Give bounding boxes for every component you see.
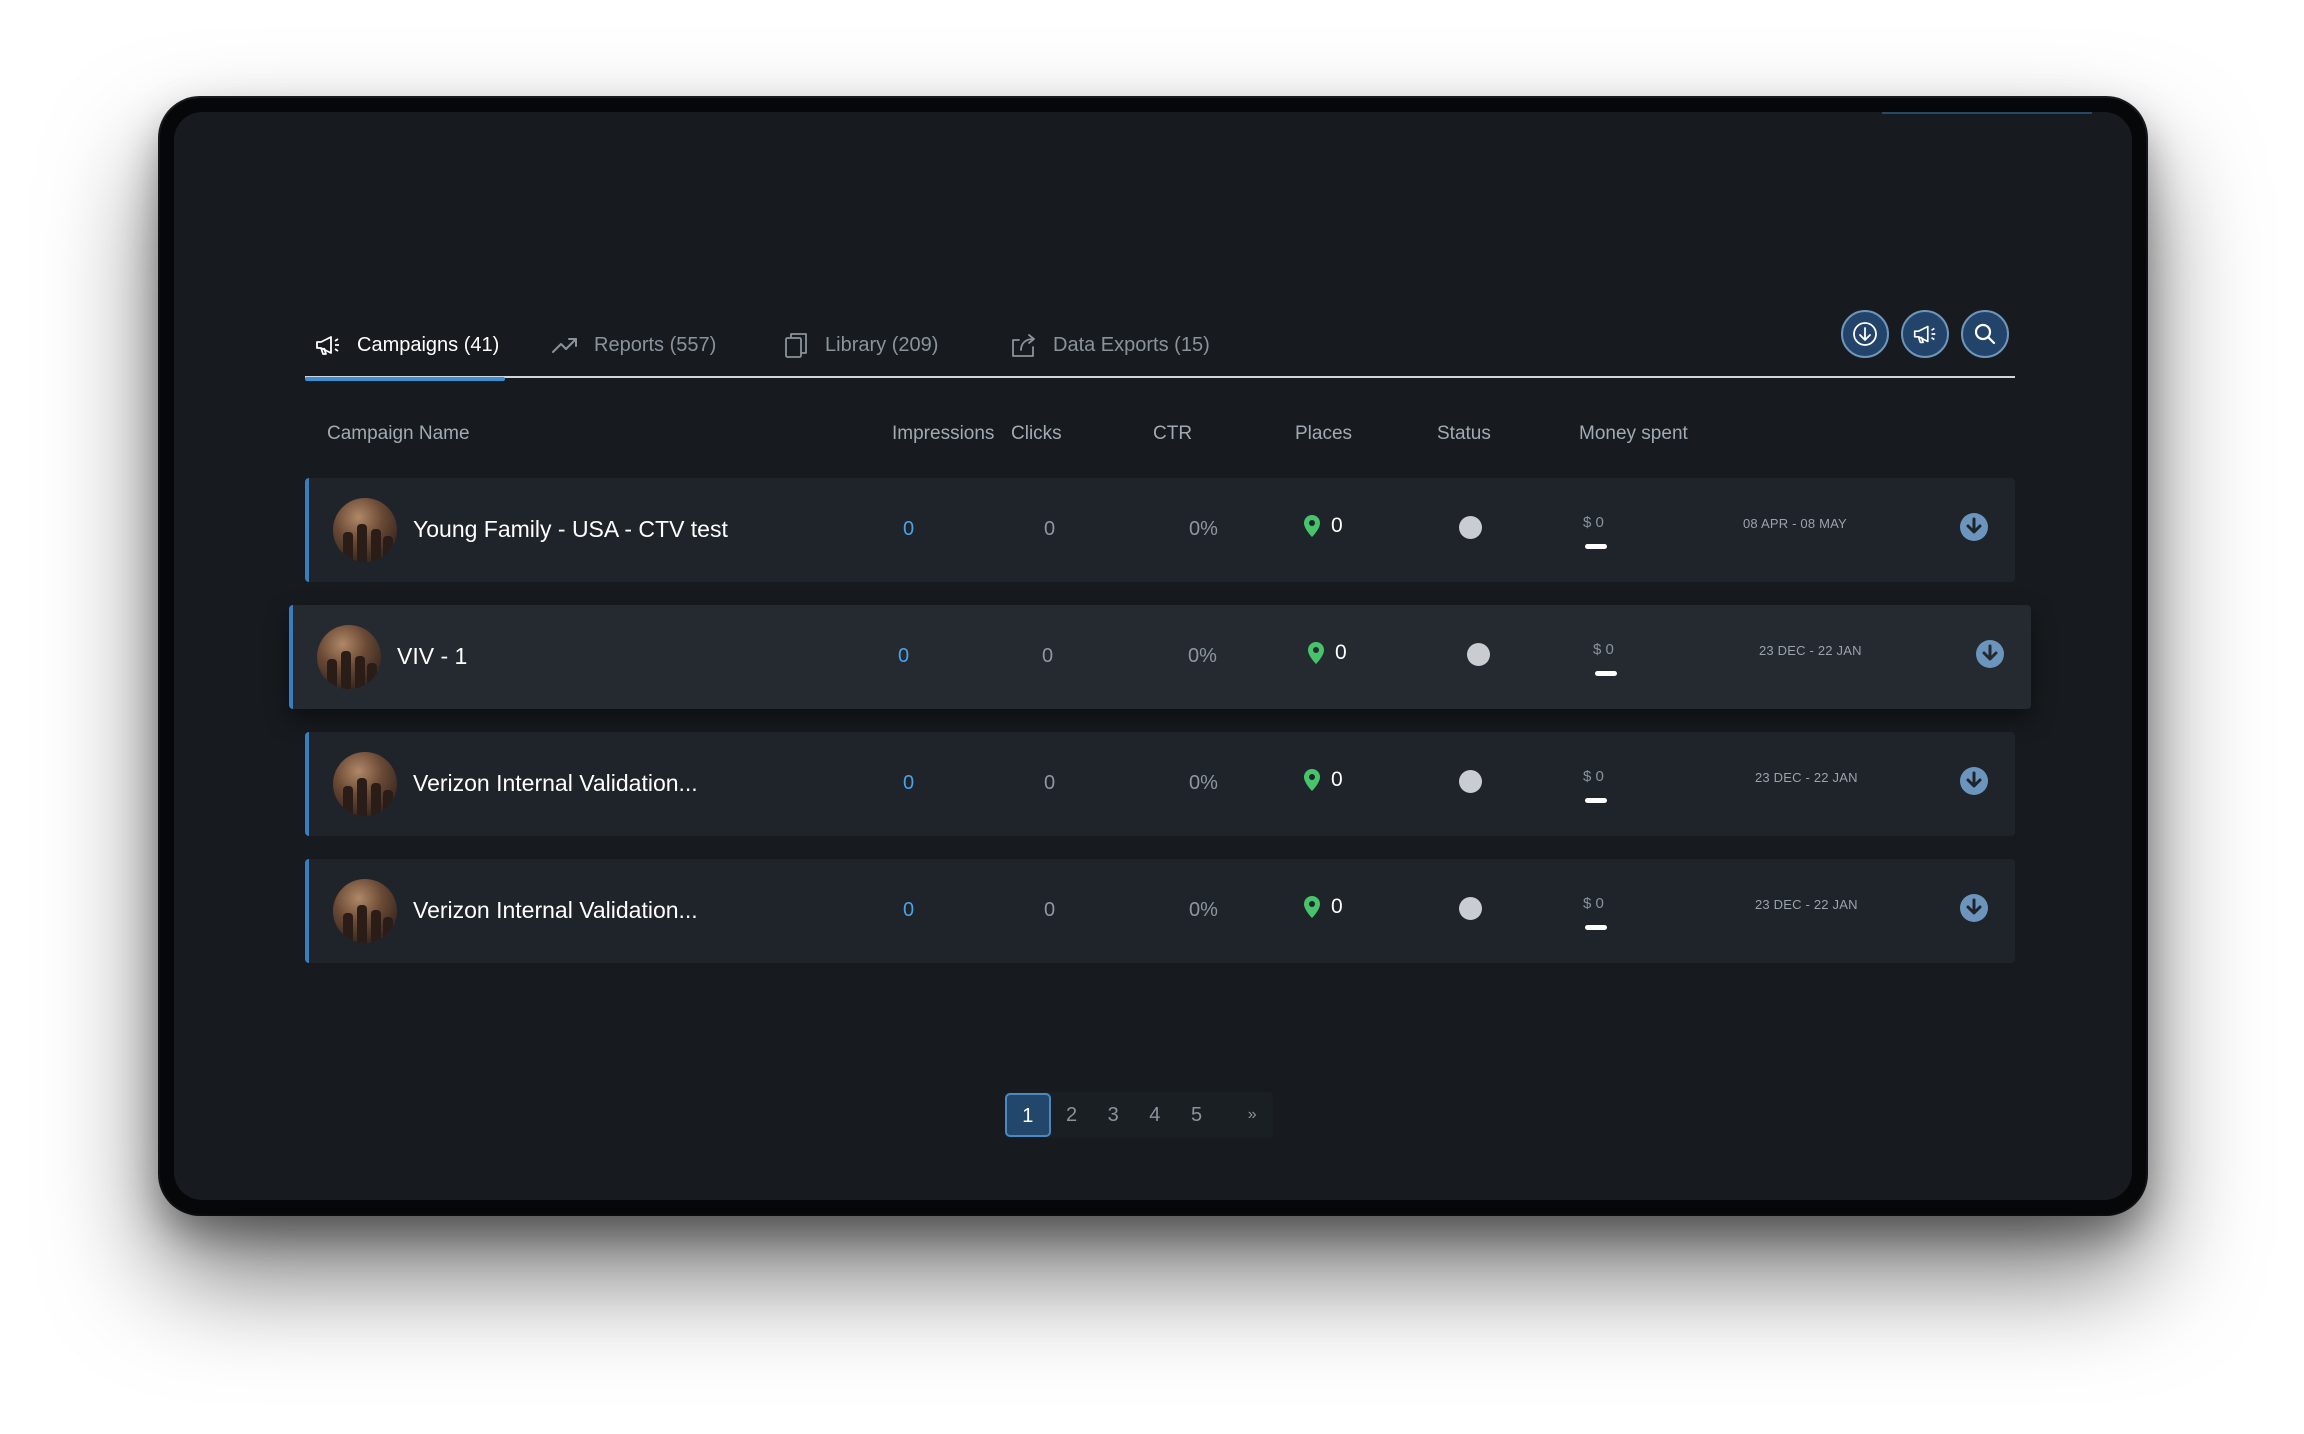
search-icon — [1974, 323, 1996, 345]
tab-label: Library (209) — [825, 333, 939, 356]
download-icon[interactable] — [1959, 512, 1989, 542]
location-pin-icon — [1304, 769, 1320, 791]
status-indicator — [1467, 643, 1490, 666]
campaigns-panel: Campaigns (41) Reports (557) Library (20… — [289, 310, 2031, 1138]
table-row[interactable]: VIV - 1 0 0 0% 0 $ 0 23 DEC - 22 JAN — [289, 605, 2031, 709]
table-row[interactable]: Young Family - USA - CTV test 0 0 0% 0 $… — [305, 478, 2015, 582]
location-pin-icon — [1304, 515, 1320, 537]
ctr-value: 0% — [1189, 518, 1218, 540]
megaphone-icon — [316, 336, 339, 355]
page-3-button[interactable]: 3 — [1092, 1104, 1134, 1127]
page-2-button[interactable]: 2 — [1051, 1104, 1093, 1127]
date-range: 08 APR - 08 MAY — [1743, 516, 1847, 531]
tab-data-exports[interactable]: Data Exports (15) — [1009, 312, 1210, 378]
campaign-name: VIV - 1 — [397, 643, 468, 669]
clicks-value: 0 — [1042, 645, 1054, 667]
copy-icon — [785, 333, 807, 358]
places-value: 0 — [1335, 641, 1347, 664]
top-accent-line — [1882, 112, 2092, 114]
ctr-value: 0% — [1189, 772, 1218, 794]
header-campaign-name[interactable]: Campaign Name — [327, 423, 470, 445]
date-range: 23 DEC - 22 JAN — [1755, 770, 1858, 785]
avatar — [333, 879, 397, 943]
page-5-button[interactable]: 5 — [1176, 1104, 1218, 1127]
page-4-button[interactable]: 4 — [1134, 1104, 1176, 1127]
tab-bar: Campaigns (41) Reports (557) Library (20… — [304, 310, 2015, 381]
money-spent-value: $ 0 — [1583, 895, 1604, 912]
download-all-button[interactable] — [1841, 310, 1889, 358]
header-ctr[interactable]: CTR — [1153, 423, 1192, 445]
clicks-value: 0 — [1044, 899, 1056, 921]
spend-bar — [1585, 798, 1607, 803]
spend-bar — [1585, 544, 1607, 549]
campaign-name: Young Family - USA - CTV test — [413, 516, 728, 542]
clicks-value: 0 — [1044, 518, 1056, 540]
table-row[interactable]: Verizon Internal Validation... 0 0 0% 0 … — [305, 732, 2015, 836]
page-1-button[interactable]: 1 — [1005, 1093, 1051, 1137]
status-indicator — [1459, 897, 1482, 920]
download-icon[interactable] — [1959, 893, 1989, 923]
download-icon[interactable] — [1959, 766, 1989, 796]
share-icon — [1012, 334, 1035, 357]
location-pin-icon — [1308, 642, 1324, 664]
download-icon[interactable] — [1975, 639, 2005, 669]
avatar — [317, 625, 381, 689]
header-clicks[interactable]: Clicks — [1011, 423, 1062, 445]
tab-library[interactable]: Library (209) — [781, 312, 938, 378]
places-cell: 0 — [1307, 641, 1347, 665]
impressions-value: 0 — [903, 772, 915, 794]
impressions-value: 0 — [903, 899, 915, 921]
device-frame: Campaigns (41) Reports (557) Library (20… — [160, 98, 2146, 1214]
spend-bar — [1595, 671, 1617, 676]
header-impressions[interactable]: Impressions — [892, 423, 994, 445]
next-page-button[interactable]: » — [1231, 1106, 1273, 1124]
places-cell: 0 — [1303, 768, 1343, 792]
download-icon — [1853, 322, 1877, 346]
places-value: 0 — [1331, 514, 1343, 537]
status-indicator — [1459, 770, 1482, 793]
tab-label: Reports (557) — [594, 333, 717, 356]
date-range: 23 DEC - 22 JAN — [1755, 897, 1858, 912]
avatar — [333, 498, 397, 562]
header-places[interactable]: Places — [1295, 423, 1352, 445]
megaphone-icon — [1913, 325, 1936, 344]
new-campaign-button[interactable] — [1901, 310, 1949, 358]
date-range: 23 DEC - 22 JAN — [1759, 643, 1862, 658]
impressions-value: 0 — [898, 645, 910, 667]
tab-campaigns[interactable]: Campaigns (41) — [304, 312, 506, 381]
tab-label: Data Exports (15) — [1053, 333, 1210, 356]
places-value: 0 — [1331, 768, 1343, 791]
places-cell: 0 — [1303, 514, 1343, 538]
places-cell: 0 — [1303, 895, 1343, 919]
places-value: 0 — [1331, 895, 1343, 918]
pagination: 1 2 3 4 5 » — [1005, 1092, 1273, 1138]
header-money-spent[interactable]: Money spent — [1579, 423, 1688, 445]
table-row[interactable]: Verizon Internal Validation... 0 0 0% 0 … — [305, 859, 2015, 963]
impressions-value: 0 — [903, 518, 915, 540]
campaign-list: Young Family - USA - CTV test 0 0 0% 0 $… — [289, 478, 2031, 963]
tab-reports[interactable]: Reports (557) — [550, 312, 716, 378]
money-spent-value: $ 0 — [1583, 768, 1604, 785]
avatar — [333, 752, 397, 816]
campaign-name: Verizon Internal Validation... — [413, 770, 698, 796]
money-spent-value: $ 0 — [1593, 641, 1614, 658]
table-header: Campaign Name Impressions Clicks CTR Pla… — [305, 378, 2015, 478]
tab-label: Campaigns (41) — [357, 333, 500, 356]
ctr-value: 0% — [1189, 899, 1218, 921]
status-indicator — [1459, 516, 1482, 539]
search-button[interactable] — [1961, 310, 2009, 358]
app-screen: Campaigns (41) Reports (557) Library (20… — [174, 112, 2132, 1200]
campaign-name: Verizon Internal Validation... — [413, 897, 698, 923]
tab-actions — [1841, 310, 2009, 358]
location-pin-icon — [1304, 896, 1320, 918]
money-spent-value: $ 0 — [1583, 514, 1604, 531]
clicks-value: 0 — [1044, 772, 1056, 794]
header-status[interactable]: Status — [1437, 423, 1491, 445]
trend-icon — [552, 338, 577, 353]
ctr-value: 0% — [1188, 645, 1217, 667]
spend-bar — [1585, 925, 1607, 930]
